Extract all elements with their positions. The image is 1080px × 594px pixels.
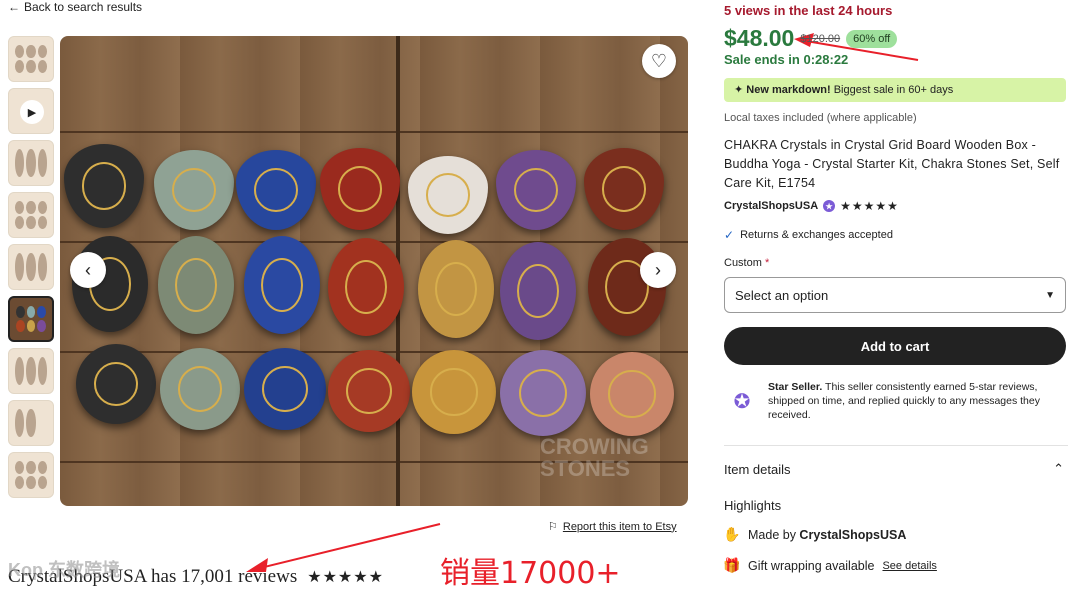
- chakra-stone: [154, 150, 234, 230]
- select-placeholder: Select an option: [735, 287, 829, 303]
- returns-text: Returns & exchanges accepted: [740, 229, 893, 241]
- sale-price: $48.00: [724, 25, 795, 51]
- gift-wrapping-text: Gift wrapping available: [748, 558, 875, 573]
- chakra-stone: [244, 348, 326, 430]
- hand-wave-icon: ✋: [723, 526, 741, 542]
- add-to-cart-button[interactable]: Add to cart: [724, 327, 1066, 365]
- chakra-stone: [500, 350, 586, 436]
- discount-badge: 60% off: [846, 29, 898, 48]
- star-seller-info: ✪ Star Seller. This seller consistently …: [724, 380, 1068, 422]
- chakra-stone: [244, 236, 320, 334]
- previous-image-button[interactable]: ‹: [70, 252, 106, 288]
- wood-plank-line: [60, 131, 688, 133]
- check-icon: ✓: [724, 228, 735, 242]
- original-price: $120.00: [800, 32, 841, 45]
- sales-annotation: 销量17000+: [440, 556, 621, 591]
- chakra-stone: [418, 240, 494, 338]
- chevron-up-icon: ⌃: [1053, 461, 1064, 476]
- thumbnail-video[interactable]: ▶: [8, 88, 54, 134]
- thumbnail-5[interactable]: [8, 244, 54, 290]
- shop-name-link[interactable]: CrystalShopsUSA: [724, 200, 818, 212]
- arrow-left-icon: ←: [8, 0, 20, 14]
- see-details-link[interactable]: See details: [882, 560, 936, 572]
- back-link-label: Back to search results: [24, 0, 143, 14]
- custom-label-text: Custom: [724, 257, 762, 269]
- star-seller-text: Star Seller. This seller consistently ea…: [768, 380, 1068, 422]
- chakra-stone: [412, 350, 496, 434]
- report-label: Report this item to Etsy: [562, 520, 677, 533]
- made-by-shop: CrystalShopsUSA: [799, 527, 907, 542]
- arrow-to-reviews: [246, 523, 441, 572]
- main-product-image: ♡ ‹ › CROWING STONES: [60, 36, 688, 506]
- gift-icon: 🎁: [723, 557, 741, 573]
- favorite-heart-button[interactable]: ♡: [642, 44, 676, 78]
- thumbnail-strip: ▶: [8, 36, 56, 504]
- chevron-right-icon: ›: [655, 259, 661, 280]
- thumbnail-1[interactable]: [8, 36, 54, 82]
- overlay-watermark: Kop 东数跨境: [8, 560, 120, 580]
- thumbnail-7[interactable]: [8, 348, 54, 394]
- star-seller-badge-icon: ★: [823, 200, 836, 212]
- item-details-toggle[interactable]: Item details ⌃: [724, 461, 1064, 477]
- price-row: $48.00 $120.00 60% off: [724, 25, 898, 52]
- heart-icon: ♡: [650, 50, 668, 71]
- markdown-banner: ✦ New markdown! Biggest sale in 60+ days: [724, 78, 1066, 102]
- markdown-bold: New markdown!: [746, 84, 831, 96]
- chakra-stone: [584, 148, 664, 230]
- next-image-button[interactable]: ›: [640, 252, 676, 288]
- views-count: 5 views in the last 24 hours: [724, 3, 893, 18]
- flag-icon: ⚐: [548, 521, 558, 533]
- chakra-stone: [328, 238, 404, 336]
- markdown-text: Biggest sale in 60+ days: [830, 84, 954, 96]
- star-seller-title: Star Seller.: [768, 381, 823, 393]
- chakra-stone: [158, 236, 234, 334]
- listing-title: CHAKRA Crystals in Crystal Grid Board Wo…: [724, 138, 1060, 190]
- chakra-stone: [328, 350, 410, 432]
- image-watermark: CROWING STONES: [540, 434, 649, 481]
- chakra-stone: [76, 344, 156, 424]
- report-item-link[interactable]: ⚐ Report this item to Etsy: [548, 520, 677, 534]
- chakra-stone: [160, 348, 240, 430]
- thumbnail-8[interactable]: [8, 400, 54, 446]
- taxes-note: Local taxes included (where applicable): [724, 112, 917, 124]
- made-by-prefix: Made by: [748, 527, 800, 542]
- custom-option-select[interactable]: Select an option ▼: [724, 277, 1066, 313]
- highlights-heading: Highlights: [724, 498, 782, 513]
- thumbnail-6-selected[interactable]: [8, 296, 54, 342]
- section-divider: [724, 445, 1068, 446]
- custom-option-label: Custom *: [724, 257, 769, 269]
- shop-info: CrystalShopsUSA ★ ★★★★★: [724, 199, 899, 213]
- reviews-stars: ★★★★★: [307, 569, 384, 586]
- chakra-stone: [320, 148, 400, 230]
- item-details-title: Item details: [724, 461, 791, 477]
- thumbnail-4[interactable]: [8, 192, 54, 238]
- thumbnail-9[interactable]: [8, 452, 54, 498]
- chakra-stone: [64, 144, 144, 228]
- chakra-stone: [408, 156, 488, 234]
- returns-policy: ✓ Returns & exchanges accepted: [724, 228, 893, 242]
- sparkle-icon: ✦: [734, 84, 744, 96]
- chakra-stone: [496, 150, 576, 230]
- star-seller-icon: ✪: [733, 390, 751, 413]
- chakra-stone: [500, 242, 576, 340]
- required-marker: *: [764, 257, 770, 269]
- back-to-search-link[interactable]: ← Back to search results: [8, 0, 142, 14]
- made-by-row: ✋ Made by CrystalShopsUSA: [723, 526, 907, 543]
- caret-down-icon: ▼: [1045, 289, 1055, 301]
- play-icon: ▶: [20, 100, 44, 124]
- chakra-stone: [590, 352, 674, 436]
- gift-wrapping-row: 🎁 Gift wrapping available See details: [723, 557, 937, 574]
- chevron-left-icon: ‹: [85, 259, 91, 280]
- shop-rating-stars: ★★★★★: [840, 199, 899, 213]
- thumbnail-3[interactable]: [8, 140, 54, 186]
- sale-countdown: Sale ends in 0:28:22: [724, 52, 849, 67]
- chakra-stone: [236, 150, 316, 230]
